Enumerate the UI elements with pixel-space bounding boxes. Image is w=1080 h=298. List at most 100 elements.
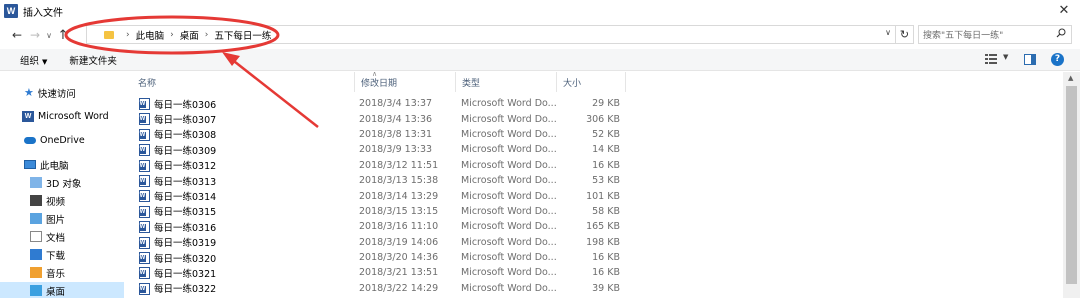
desktop-icon: [30, 285, 42, 296]
file-row[interactable]: 每日一练0306 2018/3/4 13:37 Microsoft Word Do.…: [132, 96, 632, 111]
sidebar-item-onedrive[interactable]: OneDrive: [24, 132, 85, 149]
file-list-pane: ∧ 名称 修改日期 类型 大小 每日一练03062018/3/4 13:37Mi…: [132, 70, 1062, 298]
file-type: Microsoft Word Do...: [461, 236, 557, 248]
file-date: 2018/3/12 11:51: [359, 159, 439, 171]
file-type: Microsoft Word Do...: [461, 113, 557, 125]
file-type: Microsoft Word Do...: [461, 205, 557, 217]
sidebar-item-videos[interactable]: 视频: [30, 192, 65, 209]
sidebar-item-label: 此电脑: [40, 160, 69, 172]
computer-icon: [24, 160, 36, 169]
file-row[interactable]: 每日一练0314 2018/3/14 13:29 Microsoft Word Do…: [132, 188, 632, 203]
address-bar[interactable]: › 此电脑 › 桌面 › 五下每日一练 ∨: [86, 25, 896, 44]
folder-icon: [104, 30, 114, 39]
sidebar-item-label: 视频: [46, 196, 66, 208]
file-date: 2018/3/20 14:36: [359, 252, 439, 264]
file-type: Microsoft Word Do...: [461, 267, 557, 279]
sidebar-item-microsoft-word[interactable]: W Microsoft Word: [22, 108, 109, 125]
search-input[interactable]: 搜索"五下每日一练": [918, 25, 1072, 44]
preview-pane-icon[interactable]: [1024, 54, 1036, 65]
address-dropdown-button[interactable]: ∨: [885, 28, 891, 37]
file-date: 2018/3/16 11:10: [359, 221, 439, 233]
file-date: 2018/3/14 13:29: [359, 190, 439, 202]
word-document-icon: [139, 128, 150, 141]
file-name: 每日一练0308: [154, 130, 217, 142]
column-header-type[interactable]: 类型: [456, 72, 557, 92]
breadcrumb-desktop[interactable]: 桌面: [180, 28, 199, 42]
vertical-scrollbar[interactable]: ▲: [1063, 72, 1080, 298]
file-size: 16 KB: [592, 159, 620, 171]
file-type: Microsoft Word Do...: [461, 144, 557, 156]
file-row[interactable]: 每日一练0320 2018/3/20 14:36 Microsoft Word Do…: [132, 250, 632, 265]
close-button[interactable]: ✕: [1056, 3, 1072, 19]
file-date: 2018/3/4 13:37: [359, 98, 433, 110]
title-bar: W 插入文件 ✕: [0, 0, 1080, 22]
up-button[interactable]: ↑: [54, 26, 72, 44]
sidebar-item-pictures[interactable]: 图片: [30, 210, 65, 227]
file-size: 39 KB: [592, 282, 620, 294]
refresh-button[interactable]: ↻: [896, 25, 914, 44]
sidebar-item-desktop[interactable]: 桌面: [0, 282, 124, 298]
file-name: 每日一练0312: [154, 161, 217, 173]
file-row[interactable]: 每日一练0322 2018/3/22 14:29 Microsoft Word Do…: [132, 281, 632, 296]
sidebar-item-quick-access[interactable]: ★ 快速访问: [24, 84, 76, 101]
new-folder-button[interactable]: 新建文件夹: [63, 53, 123, 67]
file-size: 14 KB: [592, 144, 620, 156]
command-toolbar: 组织 ▼ 新建文件夹 ▼ ?: [0, 49, 1080, 71]
scroll-up-icon[interactable]: ▲: [1068, 74, 1073, 82]
file-row[interactable]: 每日一练0321 2018/3/21 13:51 Microsoft Word Do…: [132, 265, 632, 280]
file-name: 每日一练0319: [154, 238, 217, 250]
file-date: 2018/3/9 13:33: [359, 144, 433, 156]
word-document-icon: [139, 251, 150, 264]
word-app-icon: W: [4, 4, 18, 18]
pictures-icon: [30, 213, 42, 224]
word-document-icon: [139, 205, 150, 218]
word-document-icon: [139, 236, 150, 249]
file-name: 每日一练0313: [154, 176, 217, 188]
word-document-icon: [139, 174, 150, 187]
file-size: 52 KB: [592, 128, 620, 140]
breadcrumb-this-pc[interactable]: 此电脑: [136, 28, 165, 42]
breadcrumb-separator: ›: [126, 29, 130, 40]
sidebar-item-this-pc[interactable]: 此电脑: [24, 156, 69, 173]
breadcrumb-separator: ›: [204, 29, 209, 40]
file-type: Microsoft Word Do...: [461, 159, 557, 171]
breadcrumb-current-folder[interactable]: 五下每日一练: [214, 28, 271, 42]
file-size: 101 KB: [586, 190, 620, 202]
column-header-name[interactable]: 名称: [132, 72, 355, 92]
column-header-date[interactable]: 修改日期: [355, 72, 456, 92]
file-name: 每日一练0307: [154, 115, 217, 127]
sidebar-item-label: 下载: [46, 250, 66, 262]
view-options-icon[interactable]: [985, 54, 997, 65]
recent-locations-button[interactable]: ∨: [44, 26, 54, 44]
file-row[interactable]: 每日一练0319 2018/3/19 14:06 Microsoft Word Do…: [132, 235, 632, 250]
file-row[interactable]: 每日一练0312 2018/3/12 11:51 Microsoft Word Do…: [132, 158, 632, 173]
file-row[interactable]: 每日一练0313 2018/3/13 15:38 Microsoft Word Do…: [132, 173, 632, 188]
file-type: Microsoft Word Do...: [461, 190, 557, 202]
file-row[interactable]: 每日一练0308 2018/3/8 13:31 Microsoft Word Do.…: [132, 127, 632, 142]
organize-button[interactable]: 组织 ▼: [14, 53, 53, 67]
sidebar-item-3d-objects[interactable]: 3D 对象: [30, 174, 81, 191]
sidebar-item-music[interactable]: 音乐: [30, 264, 65, 281]
sidebar-item-documents[interactable]: 文档: [30, 228, 65, 245]
sidebar-item-label: 音乐: [46, 268, 66, 280]
file-row[interactable]: 每日一练0315 2018/3/15 13:15 Microsoft Word Do…: [132, 204, 632, 219]
search-icon[interactable]: [1056, 28, 1066, 41]
help-icon[interactable]: ?: [1051, 53, 1064, 66]
view-dropdown-icon[interactable]: ▼: [1003, 53, 1008, 61]
sidebar-item-label: 图片: [46, 214, 66, 226]
sidebar-item-label: Microsoft Word: [38, 111, 109, 122]
sidebar-item-label: 3D 对象: [46, 178, 82, 190]
file-size: 16 KB: [592, 267, 620, 279]
file-size: 16 KB: [592, 252, 620, 264]
file-row[interactable]: 每日一练0307 2018/3/4 13:36 Microsoft Word Do.…: [132, 111, 632, 126]
file-row[interactable]: 每日一练0309 2018/3/9 13:33 Microsoft Word Do.…: [132, 142, 632, 157]
file-row[interactable]: 每日一练0316 2018/3/16 11:10 Microsoft Word Do…: [132, 219, 632, 234]
scrollbar-thumb[interactable]: [1066, 86, 1077, 284]
sidebar-item-downloads[interactable]: 下载: [30, 246, 65, 263]
column-header-size[interactable]: 大小: [557, 72, 626, 92]
sidebar-item-label: 桌面: [46, 286, 66, 298]
back-button[interactable]: ←: [8, 26, 26, 44]
window-title: 插入文件: [23, 7, 63, 19]
star-icon: ★: [24, 86, 34, 99]
forward-button[interactable]: →: [26, 26, 44, 44]
